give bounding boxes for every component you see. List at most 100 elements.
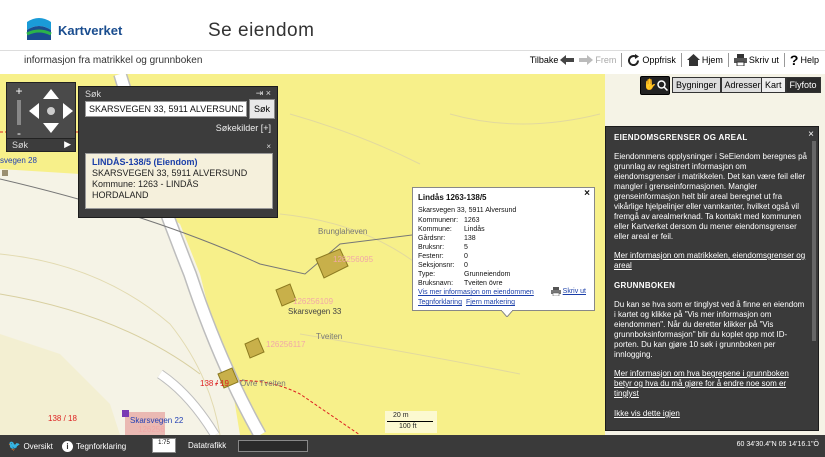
popup-row: Bruksnr: 5 [418,243,589,252]
popup-print-button[interactable]: Skriv ut [550,287,586,296]
popup-row-key: Kommunenr: [418,217,459,224]
print-link: Skriv ut [562,288,586,295]
popup-row-key: Bruksnavn: [418,280,454,287]
home-button[interactable]: Hjem [686,54,723,66]
printer-icon [733,54,747,66]
map-navigation-control: + - [6,82,76,144]
map-type-aerial-button[interactable]: Flyfoto [785,77,821,93]
result-close-button[interactable]: × [266,142,271,151]
more-info-link[interactable]: Vis mer informasjon om eiendommen [418,289,534,296]
refresh-button[interactable]: Oppfrisk [627,53,676,67]
popup-close-button[interactable]: × [584,189,590,199]
map-label-place: Tveiten [316,332,343,341]
scale-line [387,421,433,422]
data-traffic: Datatrafikk [188,441,226,450]
overview-button[interactable]: 🐦 Oversikt [8,441,53,452]
forward-button[interactable]: Frem [579,55,616,65]
app-window: Kartverket Se eiendom informasjon fra ma… [0,0,825,457]
popup-row-value: Lindås [464,226,485,233]
map-label-place: Övre Tveiten [240,379,286,388]
popup-links: Tegnforklaring Fjern markering [418,298,589,307]
popup-row-value: 5 [464,244,468,251]
popup-row: Kommunenr: 1263 [418,216,589,225]
property-popup: Lindås 1263-138/5 × Skarsvegen 33, 5911 … [412,187,595,317]
result-municipality: Kommune: 1263 - LINDÅS [92,179,199,189]
kartverket-logo-icon[interactable] [26,16,52,42]
legend-link[interactable]: Tegnforklaring [418,298,462,307]
info-close-button[interactable]: × [808,130,814,140]
legend-button[interactable]: i Tegnforklaring [62,441,126,452]
zoom-in-button[interactable]: + [13,85,25,97]
layer-buildings-button[interactable]: Bygninger [672,77,721,93]
top-toolbar: Tilbake Frem Oppfrisk Hjem Skriv ut ? He… [530,52,819,68]
search-sources-toggle[interactable]: Søkekilder [+] [216,123,271,133]
result-title: LINDÅS-138/5 (Eiendom) [92,157,198,167]
info-heading: Eiendomsgrenser og areal [614,133,748,142]
popup-row: Type: Grunneiendom [418,270,589,279]
refresh-icon [628,53,640,66]
overview-label: Oversikt [23,442,53,451]
dont-show-again-link[interactable]: Ikke vis dette igjen [614,409,808,419]
layer-addresses-button[interactable]: Adresser [720,77,765,93]
info-paragraph: Du kan se hva som er tinglyst ved å finn… [614,300,805,359]
search-input[interactable] [85,101,247,117]
popup-row-key: Gårdsnr: [418,235,446,242]
popup-row-key: Type: [418,271,436,278]
map-label-address: Skarsvegen 22 [130,416,184,425]
toolbar-divider [727,53,729,67]
map-type-group: Kart Flyfoto [761,77,821,93]
search-panel: Søk ⇥ × Søk Søkekilder [+] × LINDÅS-138/… [78,86,278,218]
popup-row-value: 0 [464,262,468,269]
search-panel-title: Søk [85,89,102,99]
brand-name[interactable]: Kartverket [58,23,122,38]
popup-row-value: Grunneiendom [464,271,511,278]
popup-row: Festenr: 0 [418,252,589,261]
help-label: Help [800,55,819,65]
search-button[interactable]: Søk [249,99,275,119]
info-panel: × Eiendomsgrenser og areal Eiendommens o… [605,126,819,431]
popup-row-value: 1263 [464,217,480,224]
toolbar-divider [621,53,623,67]
map-label-address-id: 126256 [138,425,165,434]
popup-row: Gårdsnr: 138 [418,234,589,243]
map-label-place: Brunglaheven [318,227,368,236]
coordinates-readout: 60 34'30.4"N 05 14'16.1"Ö [736,441,819,448]
toolbar-divider [783,53,785,67]
pan-arrows-icon[interactable] [29,89,73,133]
info-scrollbar[interactable] [812,141,816,341]
printer-icon [550,287,561,296]
map-label-address: Skarsvegen 33 [288,307,342,316]
print-label: Skriv ut [748,55,779,65]
popup-title: Lindås 1263-138/5 [418,193,487,202]
scale-indicator: 1:75 [152,438,176,453]
popup-row-key: Bruksnr: [418,244,445,251]
popup-row: Kommune: Lindås [418,225,589,234]
popup-details: Kommunenr: 1263 Kommune: Lindås Gårdsnr: 138 B… [418,216,589,288]
help-button[interactable]: ? Help [790,52,819,68]
info-link-grunnbok[interactable]: Mer informasjon om hva begrepene i grunn… [614,369,808,399]
header: Kartverket Se eiendom [0,0,825,50]
map-type-map-button[interactable]: Kart [761,77,786,93]
search-tab[interactable]: Søk ▶ [6,138,76,152]
map-label-address-id: 126256095 [333,255,374,264]
map-label-street: svegen 28 [0,156,37,165]
search-result-item[interactable]: LINDÅS-138/5 (Eiendom) SKARSVEGEN 33, 59… [85,153,273,209]
map-label-parcel: 138 / 18 [48,414,77,423]
zoom-slider[interactable] [17,100,21,125]
toolbar-divider [680,53,682,67]
bird-icon: 🐦 [8,441,21,452]
hand-icon[interactable]: ✋ [643,78,657,91]
info-link-matrikkel[interactable]: Mer informasjon om matrikkelen, eiendoms… [614,251,808,271]
scale-indicator-label: 1:75 [158,440,170,446]
info-paragraph: Eiendommens opplysninger i SeEiendom ber… [614,152,808,241]
search-panel-controls[interactable]: ⇥ × [256,88,271,99]
popup-row: Seksjonsnr: 0 [418,261,589,270]
forward-label: Frem [595,55,617,65]
remove-marking-link[interactable]: Fjern markering [466,298,515,307]
arrow-right-icon [579,55,594,65]
print-button[interactable]: Skriv ut [733,54,779,66]
back-button[interactable]: Tilbake [530,55,575,65]
magnifier-icon[interactable] [657,80,668,91]
result-address: SKARSVEGEN 33, 5911 ALVERSUND [92,168,248,178]
popup-row-value: 0 [464,253,468,260]
